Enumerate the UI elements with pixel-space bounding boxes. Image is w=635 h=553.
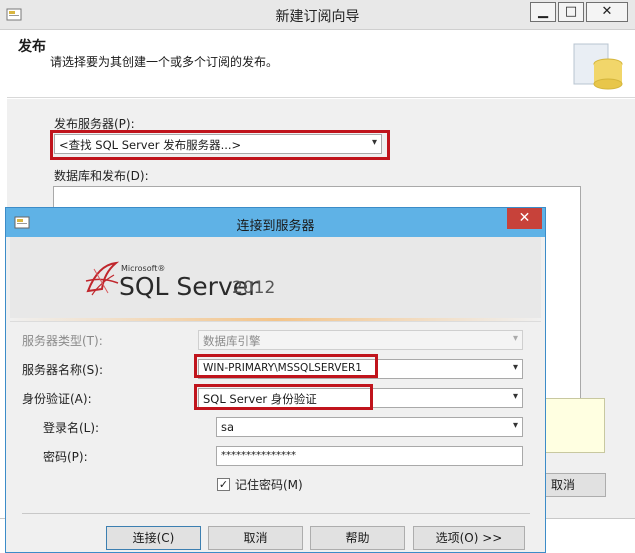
sql-server-logo-icon — [84, 259, 120, 299]
authentication-label: 身份验证(A): — [22, 392, 92, 406]
connect-button[interactable]: 连接(C) — [106, 526, 201, 550]
sql-server-banner — [10, 237, 541, 322]
cancel-label: 取消 — [243, 531, 268, 545]
description-panel — [543, 398, 605, 453]
dialog-close-button[interactable]: ✕ — [507, 208, 542, 229]
close-button[interactable]: ✕ — [586, 2, 628, 22]
password-label: 密码(P): — [43, 450, 88, 464]
server-type-label: 服务器类型(T): — [22, 334, 103, 348]
publisher-value: <查找 SQL Server 发布服务器...> — [59, 138, 242, 152]
page-subheading: 请选择要为其创建一个或多个订阅的发布。 — [50, 55, 279, 69]
cancel-button[interactable]: 取消 — [208, 526, 303, 550]
help-label: 帮助 — [345, 531, 370, 545]
password-value: *************** — [221, 450, 296, 461]
close-icon: ✕ — [518, 210, 531, 226]
remember-password-label[interactable]: 记住密码(M) — [235, 476, 303, 493]
dialog-titlebar[interactable]: 连接到服务器 ✕ — [6, 208, 545, 237]
authentication-highlight — [194, 384, 373, 410]
page-heading: 发布 — [18, 39, 46, 55]
checkmark-icon: ✓ — [218, 478, 229, 491]
dialog-divider — [22, 513, 530, 514]
chevron-down-icon: ▾ — [512, 391, 518, 402]
logo-year-text: 2012 — [232, 278, 276, 298]
options-button[interactable]: 选项(O) >> — [413, 526, 525, 550]
server-type-combobox: 数据库引擎 ▾ — [198, 330, 523, 350]
remember-password-checkbox[interactable]: ✓ — [217, 478, 230, 491]
banner-accent-stripe — [10, 318, 541, 321]
close-icon: ✕ — [601, 4, 613, 19]
wizard-titlebar[interactable]: 新建订阅向导 ▁ □ ✕ — [0, 0, 635, 30]
chevron-down-icon: ▾ — [512, 333, 518, 344]
minimize-icon: ▁ — [538, 4, 548, 19]
chevron-down-icon: ▾ — [371, 137, 377, 148]
server-name-highlight — [194, 354, 378, 378]
chevron-down-icon: ▾ — [512, 362, 518, 373]
databases-label: 数据库和发布(D): — [54, 169, 149, 183]
login-value: sa — [221, 420, 235, 434]
server-name-label: 服务器名称(S): — [22, 363, 104, 377]
publication-graphic-icon — [568, 38, 628, 94]
minimize-button[interactable]: ▁ — [530, 2, 556, 22]
maximize-button[interactable]: □ — [558, 2, 584, 22]
options-label: 选项(O) >> — [435, 531, 503, 545]
chevron-down-icon: ▾ — [512, 420, 518, 431]
dialog-title: 连接到服务器 — [236, 219, 315, 234]
connect-label: 连接(C) — [132, 531, 175, 545]
password-field[interactable]: *************** — [216, 446, 523, 466]
login-label: 登录名(L): — [43, 421, 100, 435]
connect-to-server-dialog: 连接到服务器 ✕ Microsoft® SQL Server 2012 服务器类… — [5, 207, 546, 553]
help-button[interactable]: 帮助 — [310, 526, 405, 550]
maximize-icon: □ — [564, 4, 578, 19]
publisher-combobox[interactable]: <查找 SQL Server 发布服务器...> ▾ — [54, 134, 382, 154]
server-type-value: 数据库引擎 — [203, 334, 261, 348]
wizard-cancel-label: 取消 — [550, 478, 575, 492]
login-combobox[interactable]: sa ▾ — [216, 417, 523, 437]
